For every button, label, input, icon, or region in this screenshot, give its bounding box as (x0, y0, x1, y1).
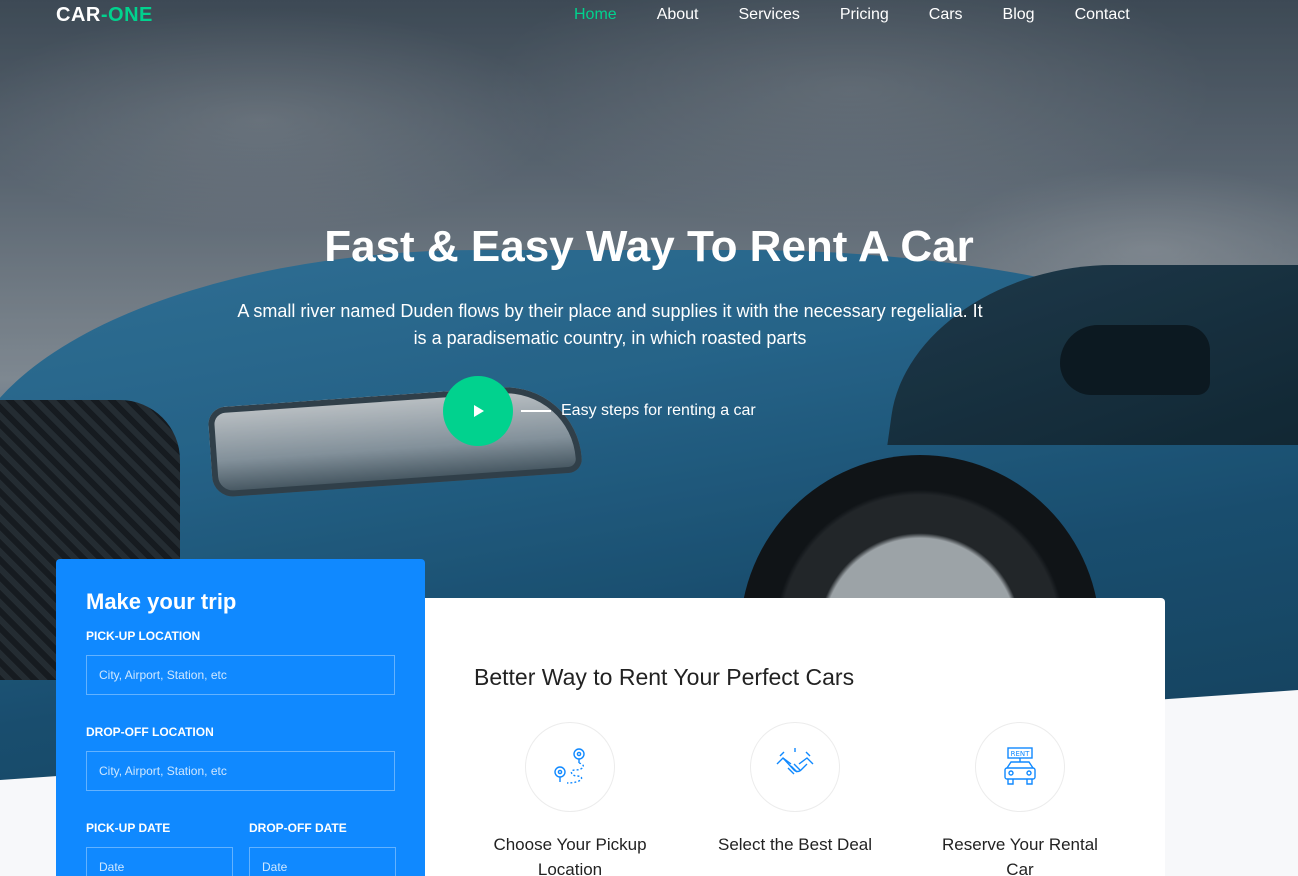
nav-blog[interactable]: Blog (1003, 6, 1035, 24)
dropoff-location-label: DROP-OFF LOCATION (86, 725, 214, 739)
dropoff-date-col: DROP-OFF DATE Date (249, 821, 396, 876)
play-label[interactable]: Easy steps for renting a car (561, 402, 756, 420)
pickup-date-input[interactable]: Date (86, 847, 233, 876)
nav-services[interactable]: Services (739, 6, 800, 24)
hero-subtitle: A small river named Duden flows by their… (237, 301, 983, 348)
top-navbar: CAR-ONE Home About Services Pricing Cars… (0, 0, 1298, 32)
pickup-location-label: PICK-UP LOCATION (86, 629, 201, 643)
step-icon-circle (525, 722, 615, 812)
route-map-icon (554, 748, 585, 784)
hero-title: Fast & Easy Way To Rent A Car (324, 222, 974, 271)
handshake-icon (776, 748, 814, 775)
steps-heading: Better Way to Rent Your Perfect Cars (474, 664, 855, 690)
svg-text:RENT: RENT (1011, 750, 1031, 758)
dropoff-date-input[interactable]: Date (249, 847, 396, 876)
nav-contact[interactable]: Contact (1075, 6, 1130, 24)
step-icon-circle (750, 722, 840, 812)
brand-logo[interactable]: CAR-ONE (56, 4, 153, 27)
step-best-deal: Select the Best Deal (695, 722, 895, 857)
brand-name: CAR (56, 4, 101, 26)
rent-car-icon: RENT (1004, 747, 1036, 785)
play-icon (474, 405, 484, 417)
nav-cars[interactable]: Cars (929, 6, 963, 24)
brand-dash: - (100, 4, 109, 26)
step-title: Reserve Your Rental Car (942, 835, 1098, 876)
date-row: PICK-UP DATE Date DROP-OFF DATE Date (86, 821, 396, 876)
step-title: Select the Best Deal (717, 835, 873, 854)
play-button[interactable] (443, 376, 513, 446)
main-menu: Home About Services Pricing Cars Blog Co… (574, 6, 1170, 24)
step-pickup-location: Choose Your Pickup Location (470, 722, 670, 876)
pickup-location-input[interactable]: City, Airport, Station, etc (86, 655, 395, 695)
step-reserve-car: RENT Reserve Your Rental Car (920, 722, 1120, 876)
step-title: Choose Your Pickup Location (493, 835, 647, 876)
brand-accent: ONE (108, 4, 153, 26)
steps-card: Better Way to Rent Your Perfect Cars Cho… (425, 598, 1165, 876)
trip-form-heading: Make your trip (86, 589, 237, 614)
play-video-row: Easy steps for renting a car (443, 376, 756, 446)
nav-pricing[interactable]: Pricing (840, 6, 889, 24)
pickup-date-col: PICK-UP DATE Date (86, 821, 233, 876)
nav-home[interactable]: Home (574, 6, 617, 24)
pickup-date-label: PICK-UP DATE (86, 821, 171, 835)
play-divider-line (521, 410, 551, 412)
nav-about[interactable]: About (657, 6, 699, 24)
dropoff-date-label: DROP-OFF DATE (249, 821, 347, 835)
step-icon-circle: RENT (975, 722, 1065, 812)
pickup-location-placeholder: City, Airport, Station, etc (99, 668, 227, 682)
dropoff-date-placeholder: Date (262, 860, 288, 874)
trip-form: Make your trip PICK-UP LOCATION City, Ai… (56, 559, 425, 876)
pickup-date-placeholder: Date (99, 860, 125, 874)
dropoff-location-input[interactable]: City, Airport, Station, etc (86, 751, 395, 791)
dropoff-location-placeholder: City, Airport, Station, etc (99, 764, 227, 778)
